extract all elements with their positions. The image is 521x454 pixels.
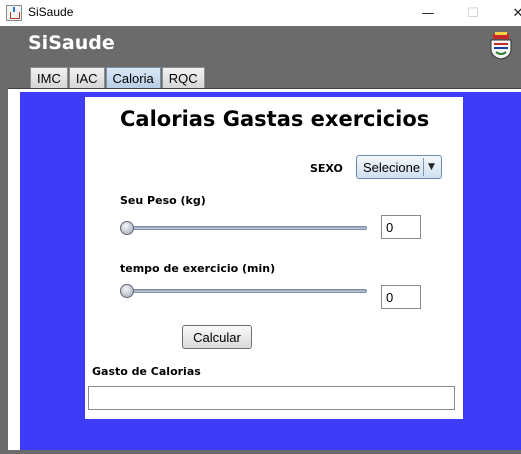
chevron-down-icon[interactable]: ▼ xyxy=(423,158,439,176)
peso-slider-track[interactable] xyxy=(124,226,367,230)
sexo-select[interactable]: Selecione ▼ xyxy=(356,155,442,179)
app-brand: SiSaude xyxy=(28,32,115,54)
crest-emblem-icon xyxy=(490,32,512,60)
tempo-slider[interactable] xyxy=(120,283,367,299)
window-titlebar: SiSaude — ☐ ✕ xyxy=(0,0,521,26)
tab-iac[interactable]: IAC xyxy=(68,67,105,88)
peso-value-field[interactable]: 0 xyxy=(381,215,421,239)
window-left-edge xyxy=(0,26,8,454)
window-title: SiSaude xyxy=(28,5,74,19)
tab-rqc[interactable]: RQC xyxy=(161,67,205,88)
minimize-button[interactable]: — xyxy=(405,0,451,26)
peso-slider-thumb[interactable] xyxy=(120,221,134,235)
sexo-label: SEXO xyxy=(310,162,343,175)
tempo-slider-thumb[interactable] xyxy=(120,284,134,298)
tempo-value-field[interactable]: 0 xyxy=(381,285,421,309)
java-app-icon xyxy=(6,5,22,21)
peso-label: Seu Peso (kg) xyxy=(120,194,206,207)
calcular-button[interactable]: Calcular xyxy=(182,325,252,349)
sexo-select-value: Selecione xyxy=(363,159,421,175)
tab-imc[interactable]: IMC xyxy=(30,67,68,88)
window-bottom-edge xyxy=(8,450,521,454)
gasto-calorias-label: Gasto de Calorias xyxy=(92,365,201,378)
peso-slider[interactable] xyxy=(120,220,367,236)
tempo-label: tempo de exercicio (min) xyxy=(120,262,276,275)
tab-caloria[interactable]: Caloria xyxy=(105,67,161,88)
close-button[interactable]: ✕ xyxy=(495,0,521,26)
tab-bar: IMC IAC Caloria RQC xyxy=(30,67,206,88)
gasto-calorias-field[interactable] xyxy=(88,386,455,410)
form-title: Calorias Gastas exercicios xyxy=(120,107,430,131)
maximize-button[interactable]: ☐ xyxy=(450,0,496,26)
tempo-slider-track[interactable] xyxy=(124,289,367,293)
